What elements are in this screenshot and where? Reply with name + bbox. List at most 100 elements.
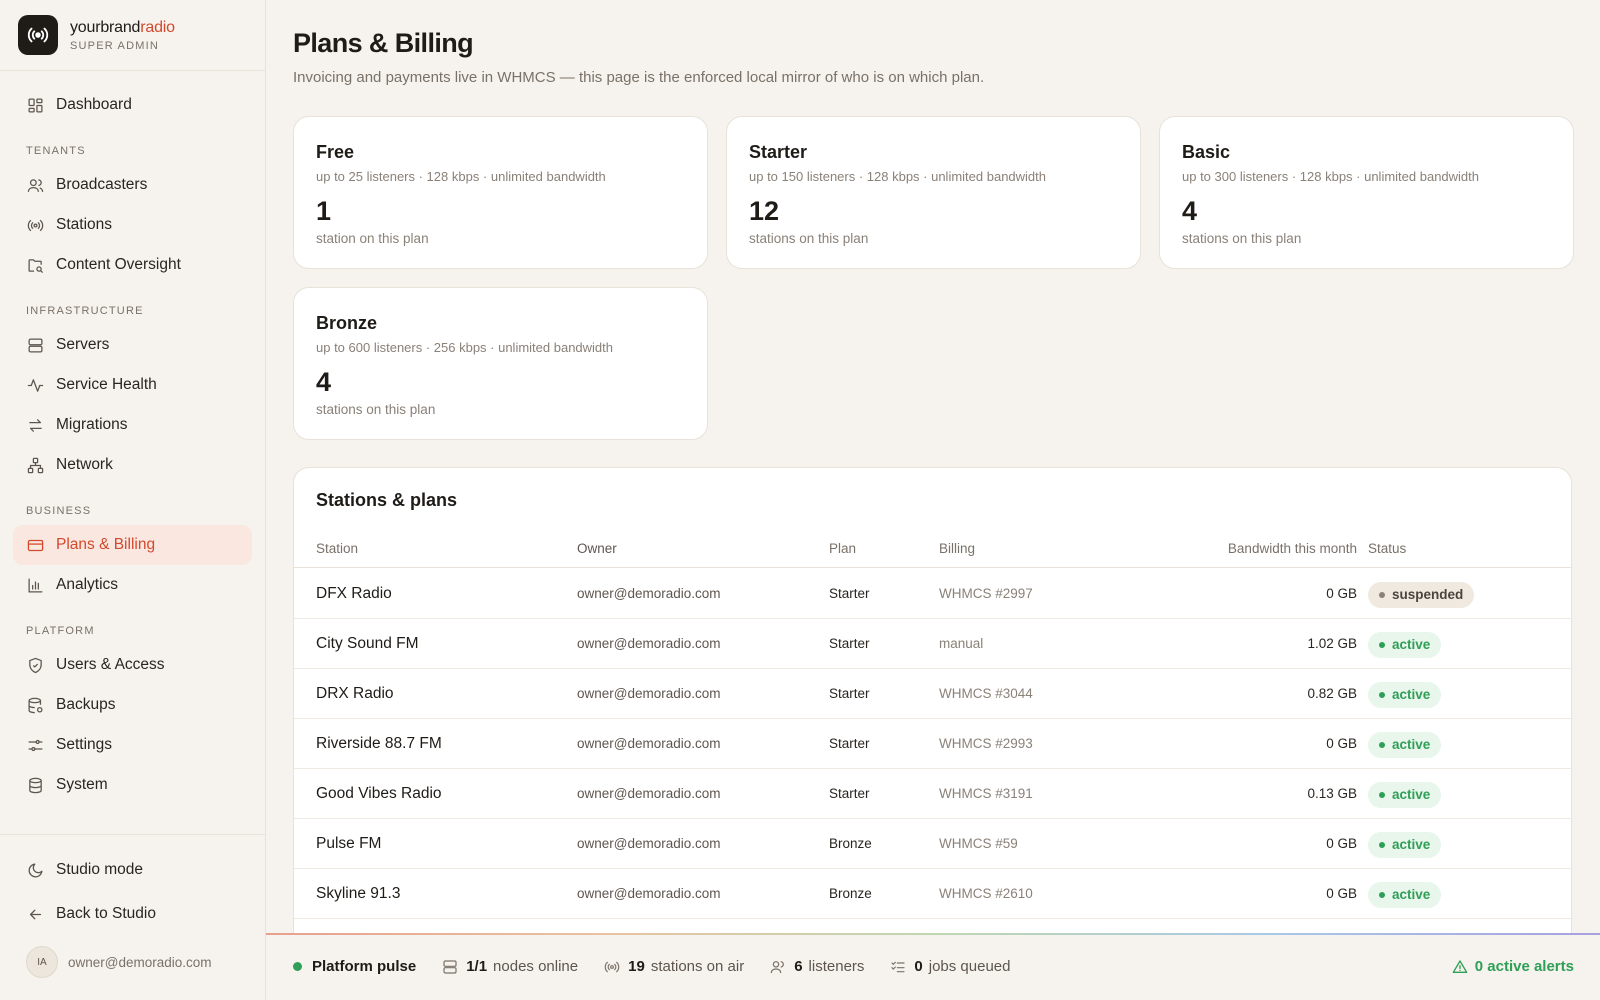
bandwidth-value: 0.13 GB	[1307, 786, 1357, 801]
status-badge: suspended	[1368, 582, 1475, 608]
sidebar-item-label: Broadcasters	[56, 176, 148, 193]
sidebar-item-plans-billing[interactable]: Plans & Billing	[13, 525, 252, 565]
plan-count-unit: stations on this plan	[316, 402, 436, 417]
radio-waves-icon	[604, 959, 620, 975]
table-title: Stations & plans	[316, 490, 458, 510]
stations-plans-table: Stations & plans Station Owner Plan Bill…	[293, 467, 1572, 947]
sidebar-item-label: Content Oversight	[56, 256, 181, 273]
back-to-studio-label: Back to Studio	[56, 905, 156, 922]
page-subtitle: Invoicing and payments live in WHMCS — t…	[293, 69, 985, 86]
plan-station-count: 4	[316, 367, 332, 397]
sidebar-item-label: Users & Access	[56, 656, 165, 673]
plan-name: Free	[316, 142, 355, 162]
brand[interactable]: yourbrandradio SUPER ADMIN	[0, 0, 265, 71]
sidebar-item-label: Network	[56, 456, 113, 473]
station-name: DRX Radio	[316, 685, 394, 702]
station-name: City Sound FM	[316, 635, 419, 652]
status-dot-icon	[1379, 692, 1385, 698]
status-dot-icon	[1379, 792, 1385, 798]
plan-description: up to 600 listeners · 256 kbps · unlimit…	[316, 340, 614, 355]
back-to-studio-link[interactable]: Back to Studio	[13, 892, 253, 936]
status-badge: active	[1368, 782, 1442, 808]
table-row[interactable]: DRX Radio owner@demoradio.com Starter WH…	[294, 669, 1571, 719]
moon-icon	[26, 861, 44, 879]
user-account[interactable]: IA owner@demoradio.com	[26, 946, 212, 978]
column-header-bandwidth[interactable]: Bandwidth this month	[1228, 530, 1357, 568]
status-dot-icon	[1379, 842, 1385, 848]
column-header-billing[interactable]: Billing	[939, 530, 975, 568]
status-dot-icon	[1379, 642, 1385, 648]
plan-name: Basic	[1182, 142, 1231, 162]
arrows-swap-icon	[26, 416, 44, 434]
table-row[interactable]: Good Vibes Radio owner@demoradio.com Sta…	[294, 769, 1571, 819]
station-name: DFX Radio	[316, 585, 392, 602]
billing-ref: manual	[939, 636, 984, 651]
sidebar-item-service-health[interactable]: Service Health	[13, 365, 252, 405]
sidebar-item-users-access[interactable]: Users & Access	[13, 645, 252, 685]
sidebar-item-stations[interactable]: Stations	[13, 205, 252, 245]
billing-ref: WHMCS #2997	[939, 586, 1033, 601]
brand-name: yourbrandradio	[70, 19, 175, 37]
owner-email: owner@demoradio.com	[577, 886, 721, 901]
status-badge: active	[1368, 632, 1442, 658]
station-name: Pulse FM	[316, 835, 382, 852]
page-title: Plans & Billing	[293, 28, 474, 58]
column-header-plan[interactable]: Plan	[829, 530, 856, 568]
owner-email: owner@demoradio.com	[577, 736, 721, 751]
table-row[interactable]: DFX Radio owner@demoradio.com Starter WH…	[294, 569, 1571, 619]
studio-mode-label: Studio mode	[56, 861, 144, 878]
server-icon	[26, 336, 44, 354]
sidebar-item-label: Service Health	[56, 376, 157, 393]
users-icon	[770, 959, 786, 975]
platform-pulse: Platform pulse	[293, 958, 416, 975]
column-header-station[interactable]: Station	[316, 530, 358, 568]
bandwidth-value: 0.82 GB	[1307, 686, 1357, 701]
plan-name: Starter	[829, 686, 870, 701]
station-name: Riverside 88.7 FM	[316, 735, 442, 752]
plan-name: Starter	[829, 586, 870, 601]
sidebar-item-dashboard[interactable]: Dashboard	[13, 85, 252, 125]
sidebar-item-network[interactable]: Network	[13, 445, 252, 485]
column-header-status[interactable]: Status	[1368, 530, 1406, 568]
sidebar-item-analytics[interactable]: Analytics	[13, 565, 252, 605]
pulse-dot-icon	[293, 962, 302, 971]
nodes-value: 1/1	[466, 958, 488, 975]
nodes-online-stat: 1/1 nodes online	[442, 958, 578, 975]
active-alerts-link[interactable]: 0 active alerts	[1452, 933, 1574, 1000]
billing-ref: WHMCS #59	[939, 836, 1018, 851]
sidebar-item-label: Stations	[56, 216, 113, 233]
status-items: Platform pulse 1/1 nodes online 19 stati…	[293, 933, 1037, 1000]
status-text: active	[1392, 787, 1431, 802]
table-row[interactable]: Pulse FM owner@demoradio.com Bronze WHMC…	[294, 819, 1571, 869]
user-email: owner@demoradio.com	[68, 954, 212, 970]
sidebar-item-servers[interactable]: Servers	[13, 325, 252, 365]
list-checks-icon	[890, 959, 906, 975]
activity-icon	[26, 376, 44, 394]
pulse-label: Platform pulse	[312, 958, 417, 975]
sidebar-item-broadcasters[interactable]: Broadcasters	[13, 165, 252, 205]
brand-name-main: yourbrand	[70, 18, 141, 36]
sidebar-item-label: Settings	[56, 736, 113, 753]
billing-ref: WHMCS #3044	[939, 686, 1033, 701]
table-row[interactable]: Riverside 88.7 FM owner@demoradio.com St…	[294, 719, 1571, 769]
section-label-business: BUSINESS	[26, 505, 92, 517]
section-label-platform: PLATFORM	[26, 625, 95, 637]
owner-email: owner@demoradio.com	[577, 686, 721, 701]
dashboard-grid-icon	[26, 96, 44, 114]
sidebar-item-label: Dashboard	[56, 96, 132, 113]
status-text: active	[1392, 837, 1431, 852]
sidebar-item-content-oversight[interactable]: Content Oversight	[13, 245, 252, 285]
sidebar-item-settings[interactable]: Settings	[13, 725, 252, 765]
folder-search-icon	[26, 256, 44, 274]
column-header-owner[interactable]: Owner	[577, 530, 617, 568]
bar-chart-icon	[26, 576, 44, 594]
sidebar-item-backups[interactable]: Backups	[13, 685, 252, 725]
table-row[interactable]: Skyline 91.3 owner@demoradio.com Bronze …	[294, 869, 1571, 919]
table-row[interactable]: City Sound FM owner@demoradio.com Starte…	[294, 619, 1571, 669]
sidebar-bottom-nav: Studio mode Back to Studio	[13, 848, 253, 936]
shield-check-icon	[26, 656, 44, 674]
jobs-value: 0	[914, 958, 923, 975]
studio-mode-toggle[interactable]: Studio mode	[13, 848, 253, 892]
sidebar-item-migrations[interactable]: Migrations	[13, 405, 252, 445]
sidebar-item-system[interactable]: System	[13, 765, 252, 805]
